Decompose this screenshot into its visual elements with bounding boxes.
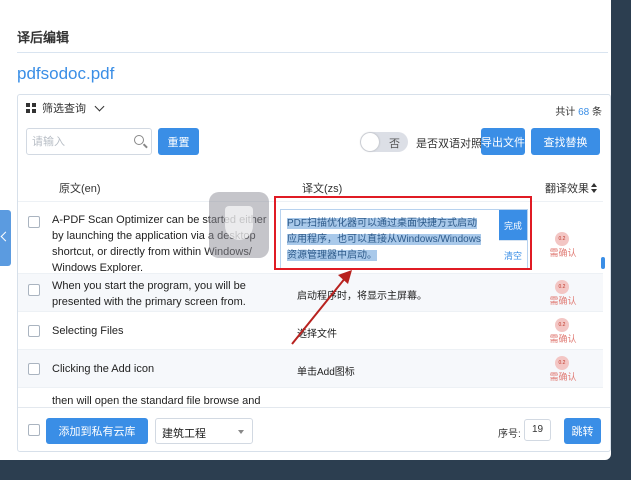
- post-edit-window: 译后编辑 pdfsodoc.pdf 筛选查询 共计 68 条 重置 否 是否双语…: [0, 0, 611, 460]
- annotation-arrow: [291, 270, 352, 345]
